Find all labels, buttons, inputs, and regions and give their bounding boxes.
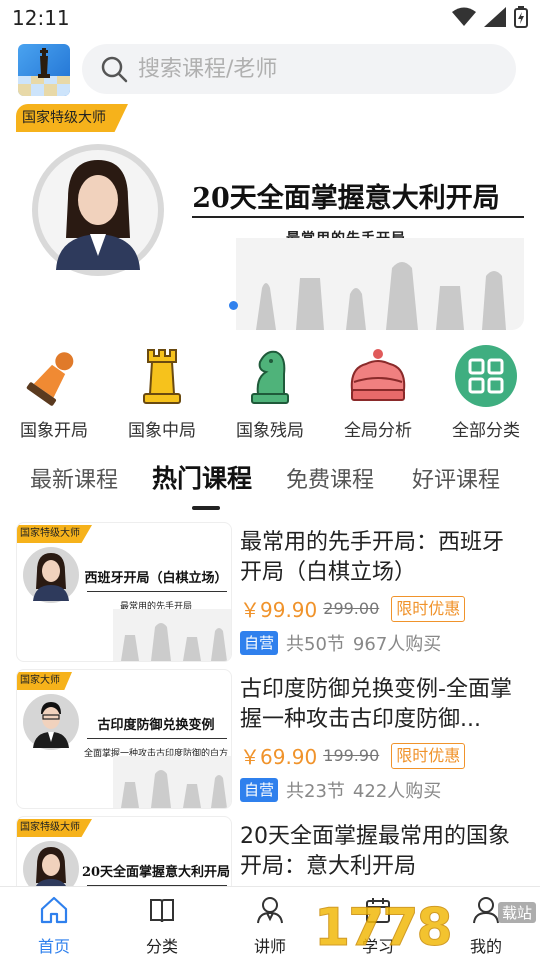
nav-label: 首页 <box>37 937 70 956</box>
self-operated-badge: 自营 <box>240 778 279 802</box>
buyer-count: 967人购买 <box>352 634 442 655</box>
search-icon <box>101 56 128 83</box>
status-icons <box>452 6 528 28</box>
chess-pieces-decoration <box>113 609 231 661</box>
home-icon <box>40 896 68 924</box>
thumb-title: 20天全面掌握意大利开局 <box>81 865 231 880</box>
category-label: 全局分析 <box>344 421 412 441</box>
chess-pieces-decoration <box>236 238 524 330</box>
nav-label: 分类 <box>145 937 178 956</box>
chess-pieces-decoration <box>113 756 231 808</box>
thumb-tag: 国家大师 <box>17 672 72 690</box>
meta-row: 自营 共50节 967人购买 <box>240 630 441 656</box>
thumb-title: 西班牙开局（白棋立场） <box>84 571 228 586</box>
knight-icon <box>251 350 289 404</box>
nav-label: 讲师 <box>253 937 286 956</box>
course-thumbnail[interactable]: 国家大师 古印度防御兑换变例 全面掌握一种攻击古印度防御的白方开局 <box>16 669 232 809</box>
price-row: ￥69.90 199.90 限时优惠 <box>240 741 466 770</box>
status-bar: 12:11 <box>0 0 540 36</box>
course-title[interactable]: 古印度防御兑换变例-全面掌握一种攻击古印度防御... <box>240 675 524 735</box>
carousel-indicator[interactable] <box>229 301 238 310</box>
thumb-tag: 国家特级大师 <box>17 525 92 543</box>
thumb-title: 古印度防御兑换变例 <box>97 718 215 733</box>
promo-badge: 限时优惠 <box>391 595 466 622</box>
search-bar[interactable] <box>82 44 516 94</box>
pawn-icon <box>26 352 74 406</box>
current-price: ￥69.90 <box>240 745 318 769</box>
instructor-avatar <box>23 841 79 886</box>
teacher-icon <box>257 897 283 924</box>
category-middlegame[interactable]: 国象中局 <box>108 344 216 441</box>
banner-divider <box>192 216 524 218</box>
course-card[interactable]: 国家大师 古印度防御兑换变例 全面掌握一种攻击古印度防御的白方开局 古印度防御兑… <box>16 669 524 809</box>
category-label: 国象开局 <box>20 421 88 441</box>
course-title[interactable]: 20天全面掌握最常用的国象开局：意大利开局 <box>240 822 524 882</box>
active-tab-indicator <box>192 506 220 510</box>
category-label: 国象中局 <box>128 421 196 441</box>
nav-teacher[interactable]: 讲师 <box>216 895 324 957</box>
signal-icon <box>484 7 506 27</box>
buyer-count: 422人购买 <box>352 781 442 802</box>
course-tabs: 最新课程 热门课程 免费课程 好评课程 <box>0 456 540 512</box>
original-price: 199.90 <box>323 746 380 765</box>
thumb-tag: 国家特级大师 <box>17 819 92 837</box>
tab-latest[interactable]: 最新课程 <box>30 462 118 494</box>
tab-popular[interactable]: 热门课程 <box>152 459 252 495</box>
category-analysis[interactable]: 全局分析 <box>324 344 432 441</box>
lesson-count: 共23节 <box>286 781 345 802</box>
top-bar <box>0 40 540 100</box>
crown-icon <box>350 349 406 401</box>
promo-badge: 限时优惠 <box>391 742 466 769</box>
watermark-badge: 载站 <box>497 902 536 923</box>
wifi-icon <box>452 7 476 26</box>
course-card[interactable]: 国家特级大师 20天全面掌握意大利开局 20天全面掌握最常用的国象开局：意大利开… <box>16 816 524 886</box>
price-row: ￥99.90 299.00 限时优惠 <box>240 594 466 623</box>
book-icon <box>150 899 174 923</box>
thumb-divider <box>87 591 227 592</box>
app-logo[interactable] <box>18 44 70 96</box>
tab-top-rated[interactable]: 好评课程 <box>412 462 500 494</box>
status-time: 12:11 <box>12 6 70 30</box>
instructor-avatar <box>23 547 79 603</box>
category-label: 国象残局 <box>236 421 304 441</box>
course-card[interactable]: 国家特级大师 西班牙开局（白棋立场） 最常用的先手开局 最常用的先手开局：西班牙… <box>16 522 524 662</box>
meta-row: 自营 共23节 422人购买 <box>240 777 441 803</box>
course-thumbnail[interactable]: 国家特级大师 西班牙开局（白棋立场） 最常用的先手开局 <box>16 522 232 662</box>
promo-banner[interactable]: 国家特级大师 20天全面掌握意大利开局 最常用的先手开局 <box>16 104 524 330</box>
category-endgame[interactable]: 国象残局 <box>216 344 324 441</box>
course-list: 国家特级大师 西班牙开局（白棋立场） 最常用的先手开局 最常用的先手开局：西班牙… <box>0 520 540 886</box>
chess-king-logo-icon <box>18 48 70 96</box>
watermark-number: 1778 <box>314 898 454 959</box>
category-all[interactable]: 全部分类 <box>432 344 540 441</box>
thumb-divider <box>87 738 227 739</box>
course-title[interactable]: 最常用的先手开局：西班牙开局（白棋立场） <box>240 528 524 588</box>
original-price: 299.00 <box>323 599 380 618</box>
instructor-portrait <box>32 144 164 276</box>
self-operated-badge: 自营 <box>240 631 279 655</box>
course-thumbnail[interactable]: 国家特级大师 20天全面掌握意大利开局 <box>16 816 232 886</box>
banner-tag: 国家特级大师 <box>16 104 128 132</box>
current-price: ￥99.90 <box>240 598 318 622</box>
banner-title: 20天全面掌握意大利开局 <box>192 183 500 214</box>
grid-icon <box>455 345 517 407</box>
search-input[interactable] <box>138 56 498 82</box>
nav-home[interactable]: 首页 <box>0 895 108 957</box>
tab-free[interactable]: 免费课程 <box>286 462 374 494</box>
instructor-avatar <box>23 694 79 750</box>
nav-category[interactable]: 分类 <box>108 895 216 957</box>
battery-icon <box>514 6 528 28</box>
site-watermark: 1778 载站 <box>314 898 540 960</box>
category-row: 国象开局 国象中局 国象残局 全局分析 全部分类 <box>0 344 540 441</box>
category-opening[interactable]: 国象开局 <box>0 344 108 441</box>
lesson-count: 共50节 <box>286 634 345 655</box>
category-label: 全部分类 <box>452 421 520 441</box>
rook-icon <box>143 349 181 404</box>
